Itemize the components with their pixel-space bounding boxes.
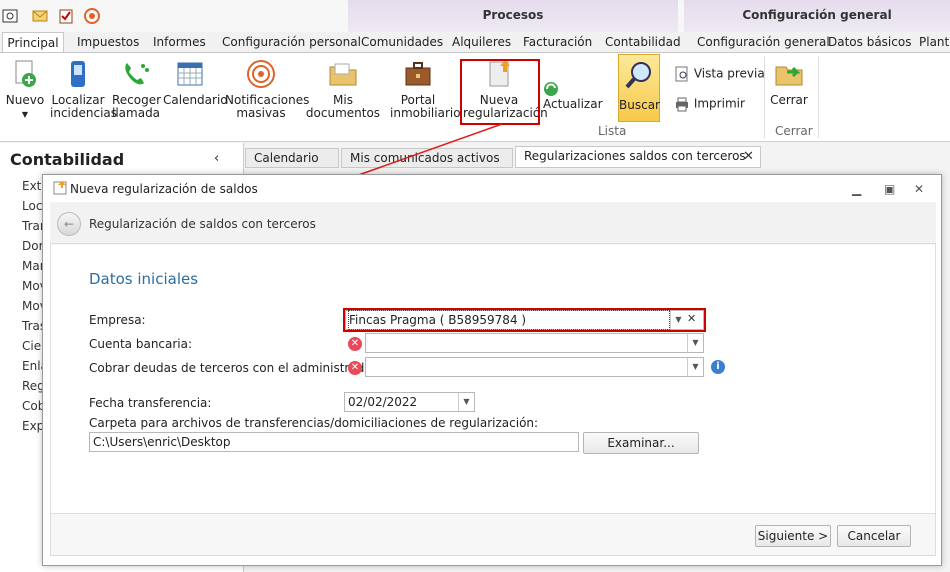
section-title: Datos iniciales (89, 270, 199, 288)
carpeta-label: Carpeta para archivos de transferencias/… (89, 416, 539, 430)
dialog-title: Nueva regularización de saldos (70, 182, 258, 196)
siguiente-button[interactable]: Siguiente > (755, 525, 831, 547)
wizard-header-title: Regularización de saldos con terceros (89, 217, 316, 231)
examinar-button[interactable]: Examinar... (583, 432, 699, 454)
maximize-icon[interactable]: ▣ (884, 182, 895, 196)
cancelar-button[interactable]: Cancelar (837, 525, 911, 547)
info-icon[interactable]: i (711, 360, 725, 374)
cuenta-bancaria-select[interactable] (365, 333, 704, 353)
back-arrow-icon[interactable]: ← (57, 212, 81, 236)
cobrar-deudas-select[interactable] (365, 357, 704, 377)
close-icon[interactable]: ✕ (914, 182, 924, 196)
fecha-transferencia-input[interactable]: 02/02/2022 (344, 392, 475, 412)
carpeta-input[interactable]: C:\Users\enric\Desktop (89, 432, 579, 452)
chevron-down-icon[interactable]: ▼ (687, 334, 703, 352)
empresa-label: Empresa: (89, 313, 146, 327)
error-icon: ✕ (348, 361, 362, 375)
error-icon: ✕ (348, 337, 362, 351)
minimize-icon[interactable]: ▁ (852, 182, 861, 196)
dialog-app-icon (53, 181, 67, 198)
fecha-transferencia-label: Fecha transferencia: (89, 396, 212, 410)
footer-separator (51, 513, 935, 514)
cuenta-bancaria-label: Cuenta bancaria: (89, 337, 193, 351)
chevron-down-icon[interactable]: ▼ (687, 358, 703, 376)
highlight-box (343, 308, 706, 332)
chevron-down-icon[interactable]: ▼ (458, 393, 474, 411)
